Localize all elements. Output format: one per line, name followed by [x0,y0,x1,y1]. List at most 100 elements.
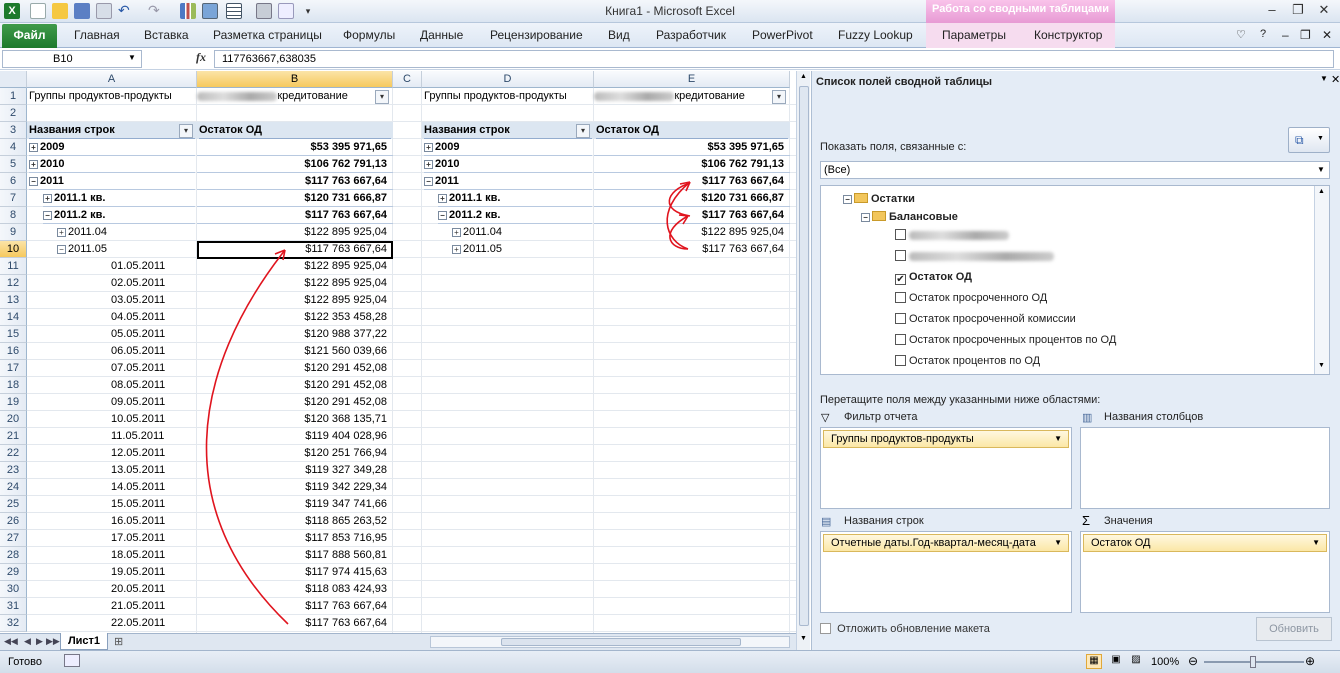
area-filter-box[interactable]: Группы продуктов-продукты ▼ [820,427,1072,509]
area-values-box[interactable]: Остаток ОД ▼ [1080,531,1330,613]
field-label: Остаток просроченной комиссии [909,313,1076,325]
update-button[interactable]: Обновить [1256,617,1332,641]
zoom-out-icon[interactable]: ⊖ [1188,654,1198,668]
zoom-slider-thumb[interactable] [1250,656,1256,668]
tab-formulas[interactable]: Формулы [343,28,395,42]
name-box-dropdown-icon[interactable]: ▼ [128,53,136,62]
field-checkbox[interactable] [895,250,906,261]
name-box[interactable]: B10 [2,50,142,68]
normal-view-icon[interactable]: ▦ [1086,654,1102,669]
doc-minimize-button[interactable]: ‒ [1282,28,1289,42]
tab-design[interactable]: Конструктор [1034,28,1102,42]
sheet-nav-first-icon[interactable]: ◀◀ [4,636,18,647]
area-rows-box[interactable]: Отчетные даты.Год-квартал-месяц-дата ▼ [820,531,1072,613]
field-checkbox[interactable] [895,292,906,303]
tab-review[interactable]: Рецензирование [490,28,583,42]
filter-icon: ▽ [821,412,830,424]
tab-developer[interactable]: Разработчик [656,28,726,42]
pill-dropdown-icon[interactable]: ▼ [1054,434,1062,443]
tab-fuzzy-lookup[interactable]: Fuzzy Lookup [838,28,913,42]
sheet-nav-next-icon[interactable]: ▶ [36,636,43,647]
help-icon[interactable]: ♡ [1236,28,1246,41]
values-field-pill[interactable]: Остаток ОД ▼ [1083,534,1327,552]
h-scroll-thumb[interactable] [501,638,741,646]
sheet-tab-list1[interactable]: Лист1 [60,633,108,650]
field-item[interactable]: Остаток просроченного ОД [895,292,1047,304]
sheet-nav-prev-icon[interactable]: ◀ [24,636,31,647]
tab-page-layout[interactable]: Разметка страницы [213,28,322,42]
doc-close-button[interactable]: ✕ [1322,28,1332,42]
drag-hint: Перетащите поля между указанными ниже об… [820,394,1101,406]
minimize-button[interactable]: ‒ [1262,2,1282,18]
redacted-field-name [909,251,1054,261]
collapse-icon[interactable]: − [843,194,852,204]
area-columns-box[interactable] [1080,427,1330,509]
sheet-nav-last-icon[interactable]: ▶▶ [46,636,60,647]
rows-icon: ▤ [821,516,832,528]
show-fields-dropdown-icon[interactable]: ▼ [1317,165,1325,174]
formula-input[interactable]: 117763667,638035 [214,50,1334,68]
tab-view[interactable]: Вид [608,28,630,42]
pill-dropdown-icon[interactable]: ▼ [1312,538,1320,547]
tree-node-ostatki[interactable]: − Остатки [843,193,915,205]
field-label: Остаток процентов по ОД [909,355,1041,367]
horizontal-scrollbar[interactable] [430,636,790,648]
field-checkbox[interactable]: ✔ [895,274,906,285]
vertical-scrollbar[interactable]: ▲ ▼ [796,71,810,650]
pill-dropdown-icon[interactable]: ▼ [1054,538,1062,547]
panel-menu-icon[interactable]: ▼ [1320,74,1328,83]
page-layout-view-icon[interactable]: ▣ [1108,654,1124,669]
tree-scroll-down-icon[interactable]: ▼ [1318,362,1325,369]
field-item[interactable]: Остаток просроченных процентов по ОД [895,334,1116,346]
restore-button[interactable]: ❐ [1288,2,1308,18]
tab-home[interactable]: Главная [74,28,120,42]
collapse-icon[interactable]: − [861,212,870,222]
insert-function-button[interactable]: fx [196,50,206,65]
field-checkbox[interactable] [895,229,906,240]
sigma-icon: Σ [1082,513,1091,528]
v-scroll-thumb[interactable] [799,86,809,626]
field-label: Остаток ОД [909,271,972,283]
zoom-in-icon[interactable]: ⊕ [1305,654,1315,668]
close-button[interactable]: ✕ [1314,2,1334,18]
insert-sheet-icon[interactable]: ⊞ [114,635,123,648]
field-checkbox[interactable] [895,313,906,324]
tree-node-balance[interactable]: − Балансовые [861,211,958,223]
scroll-up-icon[interactable]: ▲ [800,73,807,80]
area-rows-title: Названия строк [844,515,924,527]
rows-field-label: Отчетные даты.Год-квартал-месяц-дата [831,537,1036,549]
scroll-down-icon[interactable]: ▼ [800,635,807,642]
field-item[interactable]: Остаток просроченной комиссии [895,313,1076,325]
defer-checkbox-box[interactable] [820,623,831,634]
page-break-view-icon[interactable]: ▨ [1128,654,1144,669]
panel-title: Список полей сводной таблицы [816,76,993,88]
annotation-curly-arrows [666,181,691,250]
panel-close-icon[interactable]: ✕ [1331,73,1340,86]
field-item[interactable] [895,229,1009,241]
field-item[interactable]: ✔ Остаток ОД [895,271,972,285]
tab-powerpivot[interactable]: PowerPivot [752,28,813,42]
field-checkbox[interactable] [895,334,906,345]
question-icon[interactable]: ? [1260,28,1266,40]
worksheet-grid[interactable]: ABCDE 1 2 3 4 5 6 7 8 9 10 11 12 13 14 15 16 17 18 19 20 21 2… [0,71,796,633]
field-item[interactable] [895,250,1054,262]
zoom-level[interactable]: 100% [1151,656,1179,668]
macro-record-icon[interactable] [64,654,80,667]
field-layout-button[interactable]: ⧉ ▼ [1288,127,1330,153]
status-bar: Готово ▦ ▣ ▨ 100% ⊖ ⊕ [0,650,1340,673]
defer-update-checkbox[interactable]: Отложить обновление макета [820,623,990,635]
tree-scrollbar[interactable]: ▲ ▼ [1314,186,1329,374]
field-checkbox[interactable] [895,355,906,366]
ribbon-tabs: Файл Главная Вставка Разметка страницы Ф… [0,23,1340,48]
tab-insert[interactable]: Вставка [144,28,189,42]
show-fields-select[interactable]: (Все) [820,161,1330,179]
filter-field-pill[interactable]: Группы продуктов-продукты ▼ [823,430,1069,448]
tab-data[interactable]: Данные [420,28,463,42]
field-item[interactable]: Остаток процентов по ОД [895,355,1040,367]
file-tab[interactable]: Файл [2,24,57,48]
doc-restore-button[interactable]: ❐ [1300,28,1311,42]
rows-field-pill[interactable]: Отчетные даты.Год-квартал-месяц-дата ▼ [823,534,1069,552]
tab-options[interactable]: Параметры [942,28,1006,42]
tree-scroll-up-icon[interactable]: ▲ [1318,188,1325,195]
window-title: Книга1 - Microsoft Excel [605,4,735,18]
